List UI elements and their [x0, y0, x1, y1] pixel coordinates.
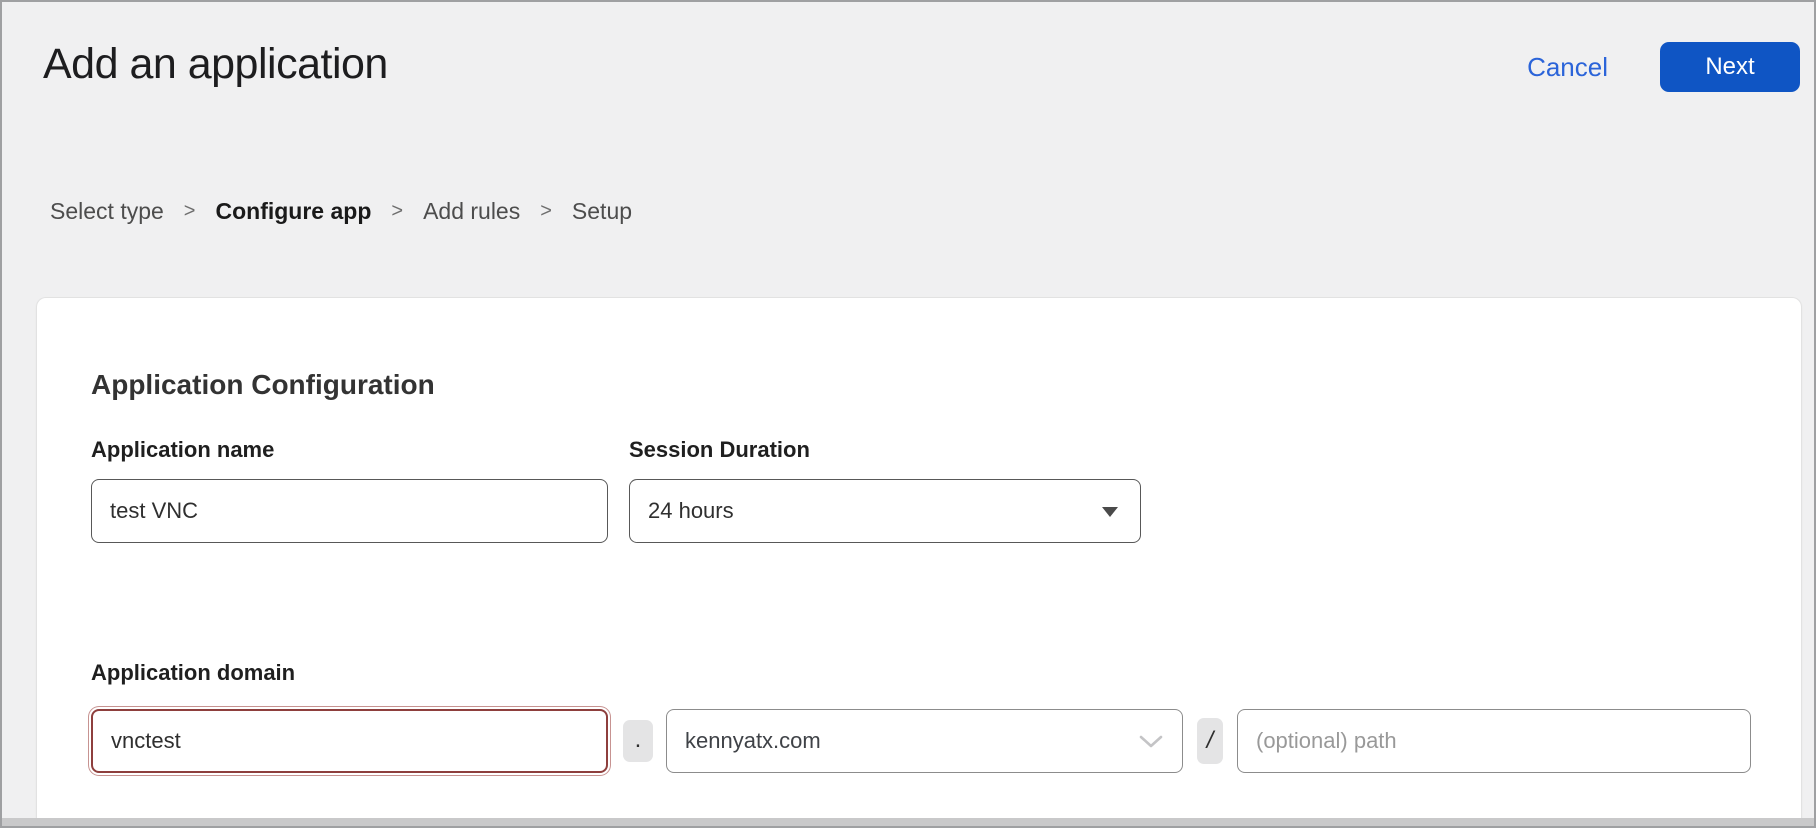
next-button[interactable]: Next [1660, 42, 1800, 92]
session-duration-label: Session Duration [629, 438, 1141, 462]
breadcrumb-step-configure-app[interactable]: Configure app [215, 197, 371, 225]
name-session-row: Application name Session Duration 24 hou… [91, 438, 1751, 543]
path-input[interactable] [1237, 709, 1751, 773]
application-name-label: Application name [91, 438, 608, 462]
slash-separator: / [1197, 718, 1223, 764]
application-domain-row: . kennyatx.com / [91, 709, 1751, 773]
subdomain-input[interactable] [91, 709, 608, 773]
header-actions: Cancel Next [1527, 42, 1800, 92]
configuration-card: Application Configuration Application na… [36, 297, 1802, 822]
horizontal-scrollbar[interactable] [2, 818, 1814, 826]
session-duration-field: Session Duration 24 hours [629, 438, 1141, 543]
breadcrumb-separator: > [184, 197, 196, 225]
application-name-input[interactable] [91, 479, 608, 543]
domain-select[interactable]: kennyatx.com [666, 709, 1183, 773]
breadcrumb-step-select-type[interactable]: Select type [50, 197, 164, 225]
page: Add an application Cancel Next Select ty… [0, 0, 1816, 828]
caret-down-icon [1102, 507, 1118, 517]
cancel-button[interactable]: Cancel [1527, 52, 1608, 83]
session-duration-value: 24 hours [648, 498, 734, 524]
application-name-field: Application name [91, 438, 608, 543]
section-title: Application Configuration [91, 368, 1751, 402]
header: Add an application Cancel Next [2, 2, 1814, 92]
dot-separator: . [623, 720, 653, 762]
breadcrumb-step-setup[interactable]: Setup [572, 197, 632, 225]
application-domain-field: Application domain . kennyatx.com / [91, 661, 1751, 773]
breadcrumb-separator: > [391, 197, 403, 225]
domain-select-value: kennyatx.com [685, 728, 821, 754]
breadcrumb-step-add-rules[interactable]: Add rules [423, 197, 520, 225]
chevron-down-icon [1138, 734, 1164, 749]
session-duration-select[interactable]: 24 hours [629, 479, 1141, 543]
breadcrumb: Select type > Configure app > Add rules … [50, 197, 1814, 225]
page-title: Add an application [43, 38, 388, 90]
application-domain-label: Application domain [91, 661, 1751, 685]
breadcrumb-separator: > [540, 197, 552, 225]
